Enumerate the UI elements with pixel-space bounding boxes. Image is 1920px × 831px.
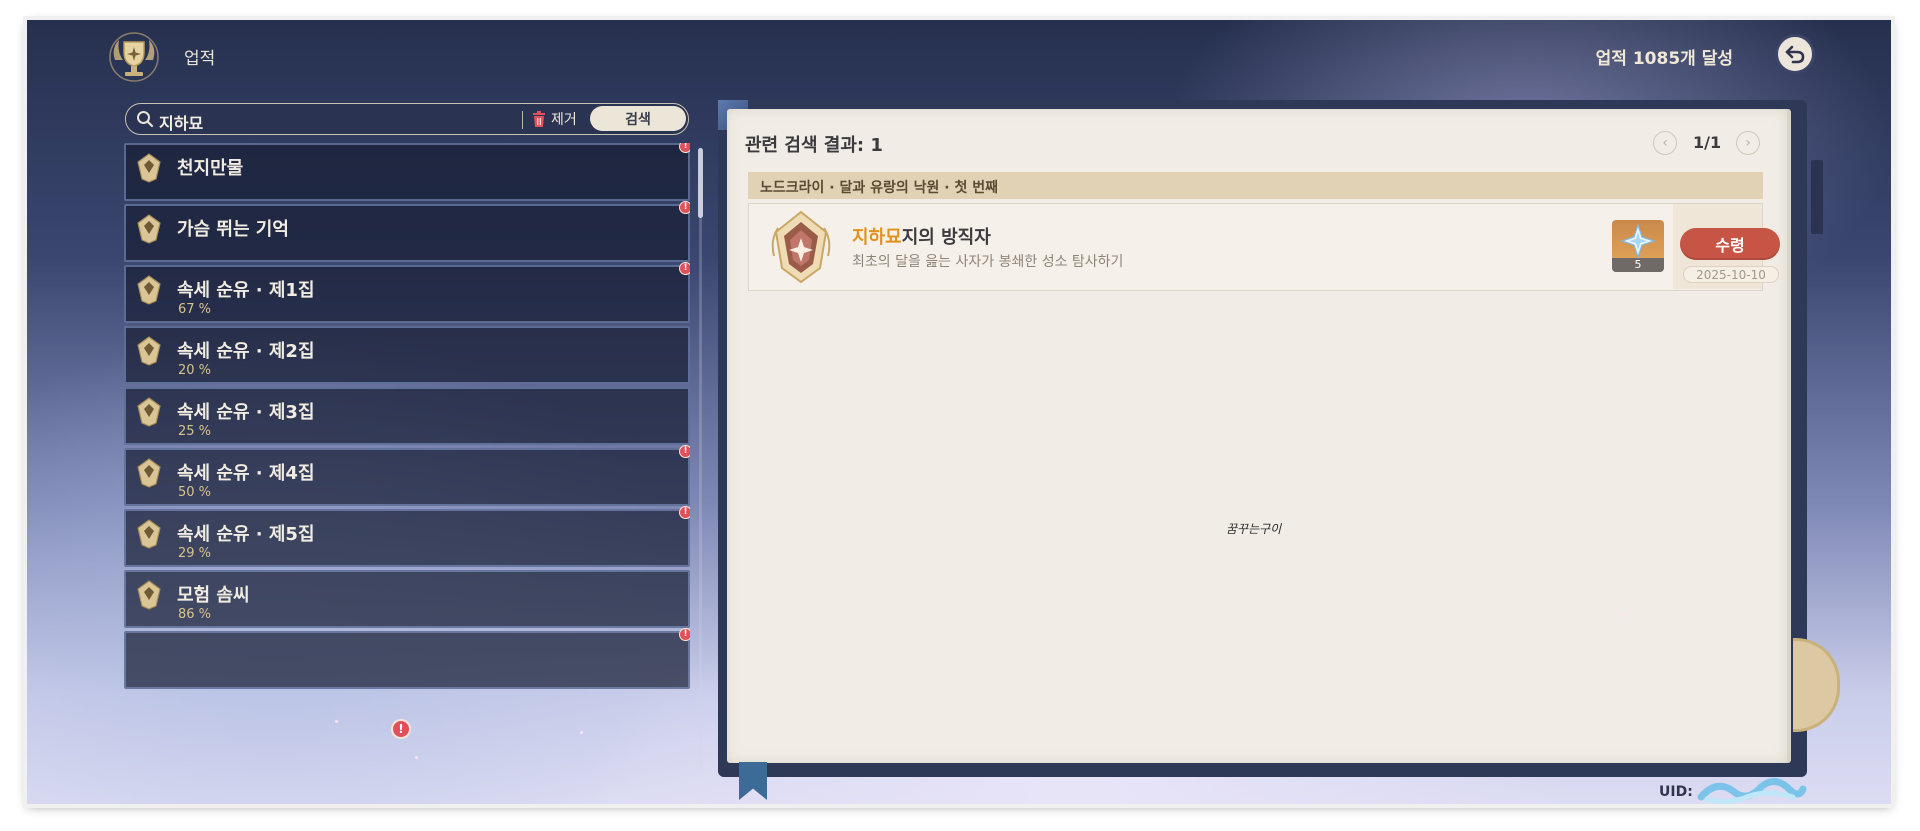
sparkle-decoration: [1623, 614, 1626, 617]
category-percent: 25 %: [178, 424, 212, 439]
claim-column: 수령 2025-10-10: [1673, 204, 1780, 289]
category-gem-icon: [137, 214, 161, 244]
result-section-header: 노드크라이 · 달과 유랑의 낙원 · 첫 번째: [748, 172, 1763, 199]
page-indicator: 1/1: [1693, 133, 1722, 152]
category-name: 속세 순유 · 제5집: [177, 524, 315, 545]
achievement-count: 업적 1085개 달성: [1595, 49, 1733, 69]
category-item[interactable]: 속세 순유 · 제1집 67 % !: [124, 262, 690, 323]
list-scrollbar-track[interactable]: [699, 148, 702, 768]
game-screen: 업적 업적 1085개 달성 지하묘 제거 검색 천지만물 ! 가슴 뛰는 기억…: [27, 20, 1891, 804]
previous-page-button[interactable]: ‹: [1653, 131, 1677, 155]
highlighted-match: 지하묘: [852, 227, 902, 248]
category-gem-icon: [137, 336, 161, 366]
search-button[interactable]: 검색: [590, 106, 686, 131]
category-name: 속세 순유 · 제1집: [177, 280, 315, 301]
category-item[interactable]: 속세 순유 · 제2집 20 %: [124, 326, 690, 384]
bookmark-ribbon: [739, 762, 767, 800]
next-page-button[interactable]: ›: [1736, 131, 1760, 155]
category-percent: 50 %: [178, 485, 212, 500]
category-item[interactable]: 가슴 뛰는 기억 !: [124, 201, 690, 262]
category-item[interactable]: 모험 솜씨 86 %: [124, 570, 690, 628]
page-title: 업적: [184, 49, 216, 69]
alert-badge: !: [679, 445, 690, 458]
category-percent: 86 %: [178, 607, 212, 622]
category-name: 속세 순유 · 제3집: [177, 402, 315, 423]
uid-redaction-scribble: [1697, 778, 1807, 805]
search-bar: 지하묘 제거 검색: [125, 103, 689, 135]
book-medal-ornament: [1793, 638, 1840, 732]
reward-count: 5: [1612, 258, 1664, 272]
search-icon: [137, 111, 154, 128]
reward-item[interactable]: 5: [1612, 220, 1664, 272]
category-item[interactable]: 속세 순유 · 제4집 50 % !: [124, 445, 690, 506]
uid-label: UID:: [1659, 784, 1693, 800]
chevron-right-icon: ›: [1745, 135, 1751, 151]
category-name: 속세 순유 · 제4집: [177, 463, 315, 484]
primogem-icon: [1620, 223, 1656, 259]
book-clasp: [1811, 160, 1823, 234]
claim-button[interactable]: 수령: [1680, 228, 1780, 260]
achievement-description: 최초의 달을 읊는 사자가 봉쇄한 성소 탐사하기: [852, 254, 1124, 270]
new-alert-icon: !: [391, 719, 411, 739]
category-item[interactable]: 천지만물 !: [124, 143, 690, 201]
achievement-name-rest: 지의 방직자: [901, 227, 991, 248]
category-percent: 67 %: [178, 302, 212, 317]
category-gem-icon: [137, 397, 161, 427]
achievement-name: 지하묘지의 방직자: [852, 223, 991, 249]
category-percent: 20 %: [178, 363, 212, 378]
category-item[interactable]: 속세 순유 · 제5집 29 % !: [124, 506, 690, 567]
category-percent: 29 %: [178, 546, 212, 561]
clear-button[interactable]: 제거: [532, 109, 577, 129]
alert-badge: !: [679, 262, 690, 275]
sparkle-decoration: [335, 720, 338, 723]
list-scrollbar-thumb[interactable]: [698, 148, 703, 218]
sparkle-decoration: [415, 756, 418, 759]
clear-label: 제거: [551, 112, 577, 128]
achievement-badge-icon: [771, 210, 831, 284]
search-divider: [522, 111, 523, 129]
category-gem-icon: [137, 275, 161, 305]
achievement-trophy-icon: [107, 30, 161, 84]
search-input[interactable]: 지하묘: [159, 110, 203, 134]
trash-icon: [533, 111, 545, 127]
chevron-left-icon: ‹: [1662, 135, 1668, 151]
category-gem-icon: [137, 580, 161, 610]
category-name: 가슴 뛰는 기억: [177, 219, 289, 240]
category-name: 속세 순유 · 제2집: [177, 341, 315, 362]
results-title: 관련 검색 결과: 1: [745, 135, 883, 156]
achievement-date: 2025-10-10: [1683, 266, 1779, 283]
alert-badge: !: [679, 143, 690, 153]
alert-badge: !: [679, 628, 690, 641]
category-list: 천지만물 ! 가슴 뛰는 기억 ! 속세 순유 · 제1집 67 % ! 속세 …: [124, 143, 690, 779]
back-button[interactable]: [1775, 34, 1815, 74]
category-name: 천지만물: [177, 158, 244, 179]
alert-badge: !: [679, 201, 690, 214]
achievement-entry[interactable]: 지하묘지의 방직자 최초의 달을 읊는 사자가 봉쇄한 성소 탐사하기 5 수령…: [748, 203, 1780, 291]
return-arrow-icon: [1785, 45, 1805, 64]
category-gem-icon: [137, 519, 161, 549]
category-gem-icon: [137, 153, 161, 183]
watermark: 꿈꾸는구이: [1226, 522, 1282, 536]
category-name: 모험 솜씨: [177, 585, 250, 606]
category-gem-icon: [137, 458, 161, 488]
category-item[interactable]: 속세 순유 · 제3집 25 %: [124, 387, 690, 445]
category-item-partial[interactable]: !: [124, 628, 690, 689]
sparkle-decoration: [580, 731, 583, 734]
alert-badge: !: [679, 506, 690, 519]
